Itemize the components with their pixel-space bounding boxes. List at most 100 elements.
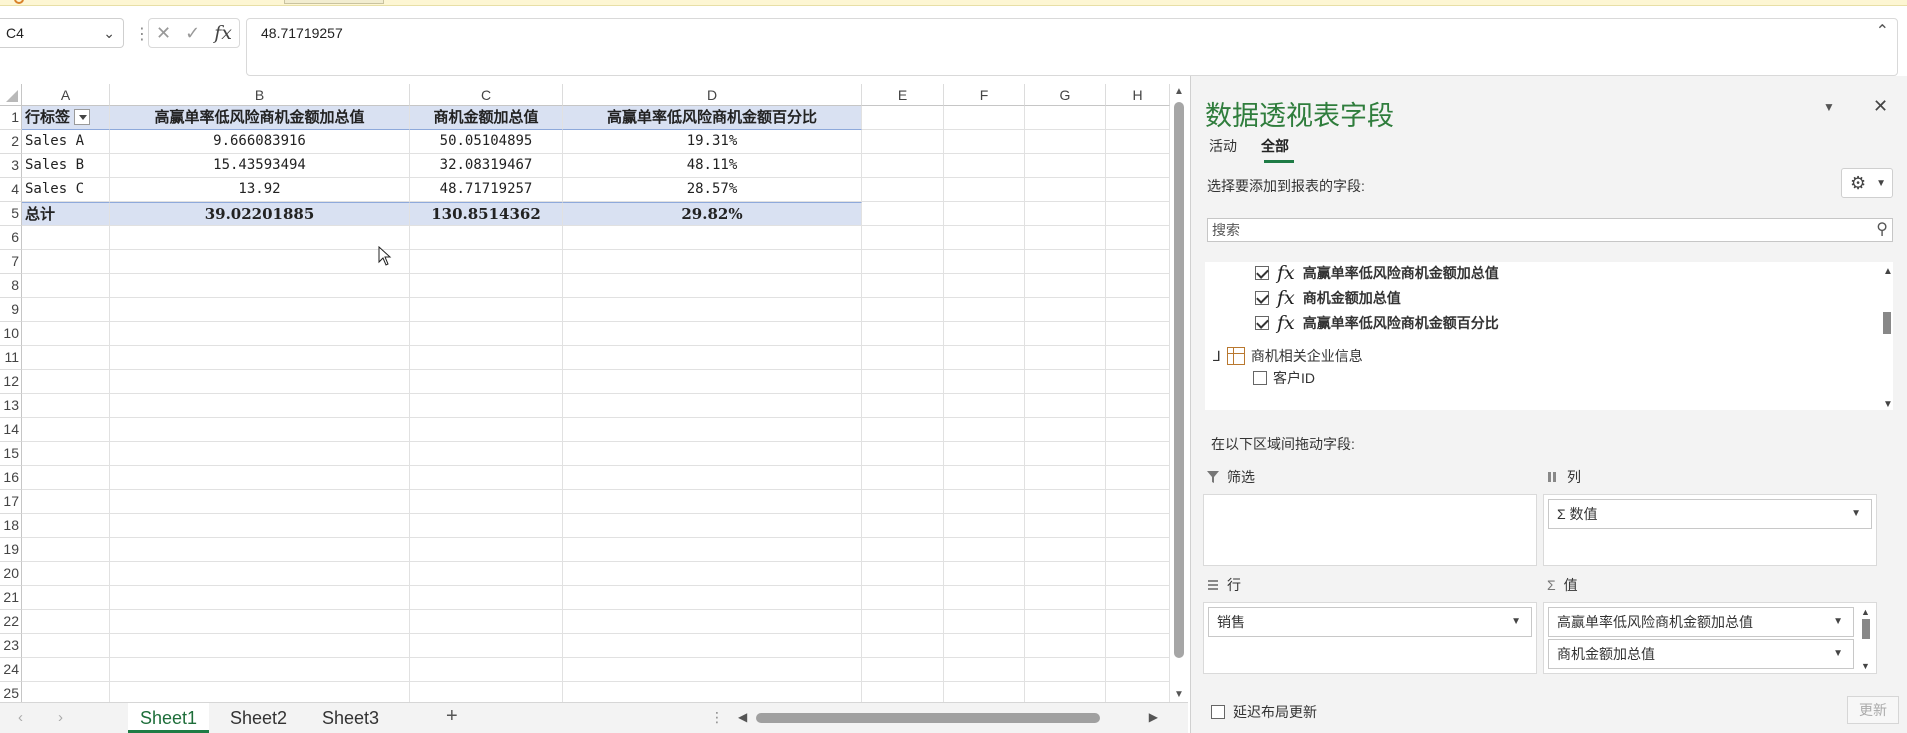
grid-cell[interactable] xyxy=(944,634,1025,658)
chevron-down-icon[interactable]: ▼ xyxy=(1833,640,1843,668)
row-header[interactable]: 12 xyxy=(0,370,22,394)
grid-cell[interactable] xyxy=(1025,418,1106,442)
scroll-up-icon[interactable]: ▲ xyxy=(1883,266,1893,277)
tab-splitter-icon[interactable]: ⋮ xyxy=(710,709,724,726)
row-header[interactable]: 18 xyxy=(0,514,22,538)
grid-cell[interactable] xyxy=(22,658,110,682)
checkbox-icon[interactable] xyxy=(1211,705,1225,719)
grid-cell[interactable] xyxy=(1106,226,1170,250)
grid-cell[interactable] xyxy=(110,658,410,682)
column-header[interactable]: B xyxy=(110,84,410,106)
grid-cell[interactable] xyxy=(862,322,944,346)
grid-cell[interactable] xyxy=(110,442,410,466)
grid-cell[interactable] xyxy=(563,418,862,442)
prev-sheet-icon[interactable]: ‹ xyxy=(18,709,23,726)
row-header[interactable]: 16 xyxy=(0,466,22,490)
add-sheet-button[interactable]: + xyxy=(446,705,458,728)
grid-cell[interactable] xyxy=(22,490,110,514)
field-settings-button[interactable]: ⚙ ▼ xyxy=(1841,168,1893,198)
values-field-chip[interactable]: 高赢单率低风险商机金额加总值 ▼ xyxy=(1548,607,1854,637)
grid-cell[interactable] xyxy=(110,274,410,298)
pivot-header-cell[interactable]: 高赢单率低风险商机金额百分比 xyxy=(563,106,862,130)
pivot-total-cell[interactable]: 39.02201885 xyxy=(110,202,410,226)
fx-icon[interactable]: fx xyxy=(214,22,232,44)
grid-cell[interactable] xyxy=(22,442,110,466)
grid-cell[interactable] xyxy=(563,682,862,702)
pane-options-icon[interactable]: ▼ xyxy=(1823,100,1835,114)
grid-cell[interactable] xyxy=(1106,250,1170,274)
grid-cell[interactable] xyxy=(22,610,110,634)
vertical-scroll-thumb[interactable] xyxy=(1174,102,1184,658)
grid-cell[interactable] xyxy=(410,634,563,658)
pivot-header-cell[interactable]: 行标签 xyxy=(22,106,110,130)
grid-cell[interactable] xyxy=(563,226,862,250)
grid-cell[interactable] xyxy=(944,586,1025,610)
checkbox-icon[interactable] xyxy=(1253,371,1267,385)
grid-cell[interactable] xyxy=(110,586,410,610)
grid-cell[interactable] xyxy=(862,394,944,418)
grid-cell[interactable] xyxy=(563,538,862,562)
next-sheet-icon[interactable]: › xyxy=(58,709,63,726)
grid-cell[interactable] xyxy=(1106,106,1170,130)
grid-cell[interactable] xyxy=(944,610,1025,634)
grid-cell[interactable] xyxy=(110,370,410,394)
grid-cell[interactable] xyxy=(862,610,944,634)
grid-cell[interactable] xyxy=(862,466,944,490)
grid-cell[interactable] xyxy=(1106,130,1170,154)
grid-cell[interactable] xyxy=(944,370,1025,394)
column-header[interactable]: A xyxy=(22,84,110,106)
grid-cell[interactable] xyxy=(410,538,563,562)
cancel-icon[interactable]: ✕ xyxy=(156,23,171,44)
grid-cell[interactable] xyxy=(944,178,1025,202)
collapse-icon[interactable]: ⌃ xyxy=(1876,21,1889,41)
grid-cell[interactable] xyxy=(944,130,1025,154)
grid-cell[interactable] xyxy=(1106,538,1170,562)
chevron-down-icon[interactable]: ▼ xyxy=(1511,608,1521,636)
grid-cell[interactable] xyxy=(563,394,862,418)
chevron-down-icon[interactable]: ▼ xyxy=(1851,500,1861,528)
grid-cell[interactable] xyxy=(410,586,563,610)
grid-cell[interactable] xyxy=(22,226,110,250)
grid-cell[interactable] xyxy=(1025,202,1106,226)
grid-cell[interactable] xyxy=(862,370,944,394)
grid-cell[interactable] xyxy=(410,610,563,634)
grid-cell[interactable] xyxy=(1025,586,1106,610)
grid-cell[interactable] xyxy=(862,562,944,586)
grid-cell[interactable] xyxy=(944,250,1025,274)
grid-cell[interactable] xyxy=(410,418,563,442)
checkbox-icon[interactable] xyxy=(1255,291,1269,305)
grid-cell[interactable] xyxy=(1106,562,1170,586)
grid-cell[interactable] xyxy=(110,538,410,562)
update-button[interactable]: 更新 xyxy=(1847,696,1899,724)
pivot-value-cell[interactable]: 32.08319467 xyxy=(410,154,563,178)
grid-cell[interactable] xyxy=(563,346,862,370)
grid-cell[interactable] xyxy=(944,466,1025,490)
field-item[interactable]: fx 商机金额加总值 xyxy=(1255,287,1401,309)
tab-active[interactable]: 活动 xyxy=(1209,136,1237,156)
grid-cell[interactable] xyxy=(862,682,944,702)
grid-cell[interactable] xyxy=(110,418,410,442)
grid-cell[interactable] xyxy=(22,418,110,442)
grid-cell[interactable] xyxy=(1106,322,1170,346)
grid-cell[interactable] xyxy=(410,298,563,322)
grid-cell[interactable] xyxy=(22,394,110,418)
rows-field-chip[interactable]: 销售 ▼ xyxy=(1208,607,1532,637)
grid-cell[interactable] xyxy=(1025,346,1106,370)
row-header[interactable]: 7 xyxy=(0,250,22,274)
grid-cell[interactable] xyxy=(110,394,410,418)
grid-cell[interactable] xyxy=(862,346,944,370)
grid-cell[interactable] xyxy=(1025,226,1106,250)
pivot-value-cell[interactable]: Sales A xyxy=(22,130,110,154)
horizontal-scroll-thumb[interactable] xyxy=(756,713,1100,723)
grid-cell[interactable] xyxy=(862,298,944,322)
sheet-tab-3[interactable]: Sheet3 xyxy=(310,703,391,733)
grid-cell[interactable] xyxy=(110,298,410,322)
search-icon[interactable]: ⚲ xyxy=(1876,219,1888,241)
scroll-right-icon[interactable]: ▶ xyxy=(1149,710,1158,724)
row-header[interactable]: 25 xyxy=(0,682,22,702)
grid-cell[interactable] xyxy=(1025,538,1106,562)
grid-cell[interactable] xyxy=(944,106,1025,130)
grid-cell[interactable] xyxy=(22,466,110,490)
grid-cell[interactable] xyxy=(944,154,1025,178)
grid-cell[interactable] xyxy=(1106,586,1170,610)
